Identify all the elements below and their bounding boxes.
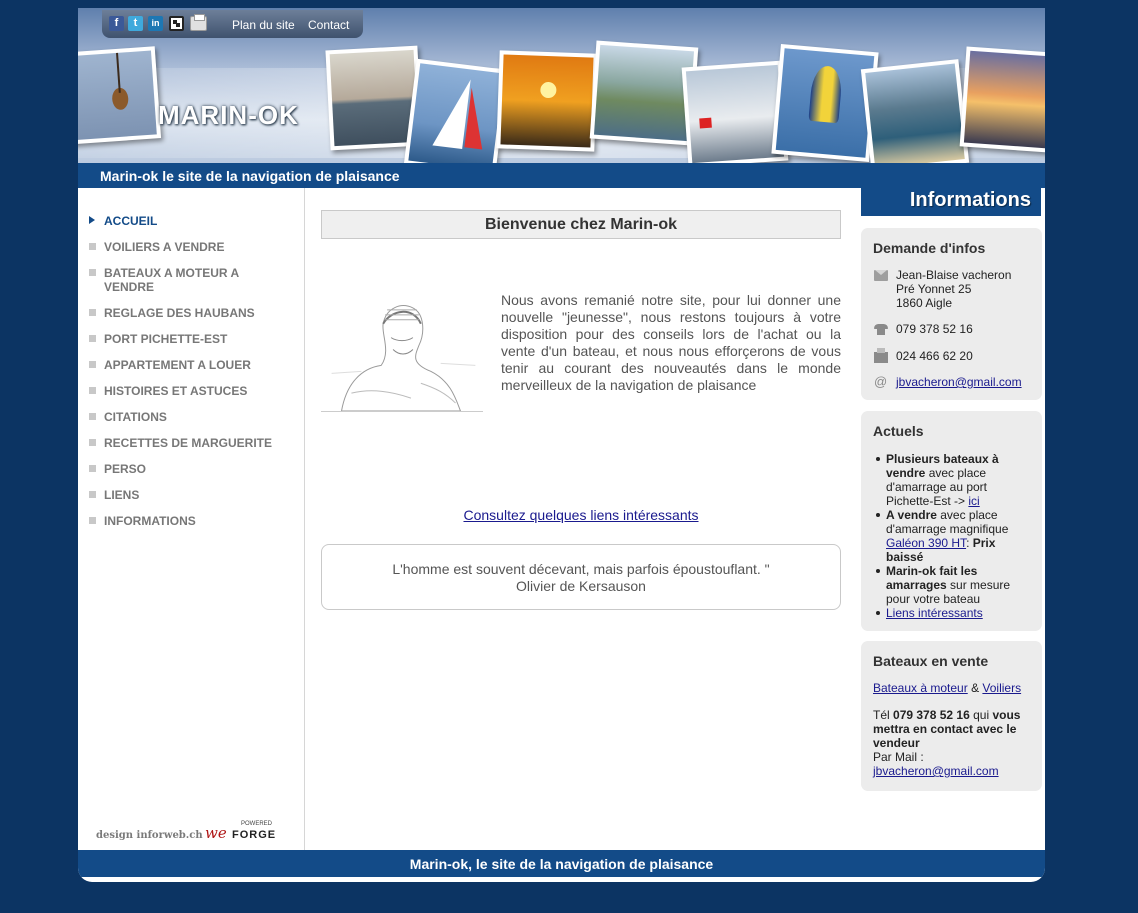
- print-icon[interactable]: [190, 14, 207, 31]
- nav-item-liens[interactable]: LIENS: [89, 488, 284, 502]
- list-item: Plusieurs bateaux à vendre avec place d'…: [873, 452, 1033, 508]
- banner-photo-spinnaker: [771, 43, 879, 163]
- nav-item-haubans[interactable]: REGLAGE DES HAUBANS: [89, 306, 284, 320]
- nav-item-histoires[interactable]: HISTOIRES ET ASTUCES: [89, 384, 284, 398]
- facebook-icon[interactable]: f: [109, 16, 124, 31]
- panel-bateaux-vente: Bateaux en vente Bateaux à moteur & Voil…: [861, 641, 1042, 791]
- panel-bateaux-title: Bateaux en vente: [873, 653, 989, 669]
- main-content: Bienvenue chez Marin-ok Nous avons reman…: [305, 188, 861, 852]
- interesting-links-link[interactable]: Consultez quelques liens intéressants: [321, 507, 841, 523]
- bateaux-tel-middle: qui: [969, 708, 993, 722]
- webforge-logo-powered: POWERED: [241, 821, 273, 827]
- contact-street: Pré Yonnet 25: [896, 282, 972, 296]
- contact-email-link[interactable]: jbvacheron@gmail.com: [896, 375, 1022, 389]
- banner-photo-vineyard: [589, 40, 699, 146]
- site-logo[interactable]: MARIN-OK: [158, 100, 299, 131]
- page: f t in Plan du site Contact MARIN-OK Mar…: [78, 8, 1045, 882]
- at-icon: @: [874, 374, 888, 389]
- webforge-logo-forge: FORGE: [232, 829, 277, 841]
- panel-demande-infos: Demande d'infos Jean-Blaise vacheron Pré…: [861, 228, 1042, 400]
- bateaux-moteur-link[interactable]: Bateaux à moteur: [873, 681, 968, 695]
- bateaux-email-link[interactable]: jbvacheron@gmail.com: [873, 764, 999, 778]
- contact-name: Jean-Blaise vacheron: [896, 268, 1012, 282]
- intro-paragraph: Nous avons remanié notre site, pour lui …: [501, 292, 841, 393]
- main-navigation: ACCUEIL VOILIERS A VENDRE BATEAUX A MOTE…: [78, 188, 305, 852]
- nav-item-citations[interactable]: CITATIONS: [89, 410, 284, 424]
- top-toolbar: f t in Plan du site Contact: [102, 10, 363, 38]
- qr-code-icon[interactable]: [169, 16, 184, 31]
- sitemap-link[interactable]: Plan du site: [232, 18, 295, 32]
- webforge-logo[interactable]: we FORGE POWERED: [205, 821, 277, 843]
- sailor-sketch-image: [321, 294, 483, 412]
- contact-phone: 079 378 52 16: [896, 322, 973, 336]
- nav-item-perso[interactable]: PERSO: [89, 462, 284, 476]
- list-item: Liens intéressants: [873, 606, 1033, 620]
- footer: Marin-ok, le site de la navigation de pl…: [78, 850, 1045, 877]
- contact-city: 1860 Aigle: [896, 296, 953, 310]
- panel-actuels-title: Actuels: [873, 423, 924, 439]
- design-credit[interactable]: design inforweb.ch: [96, 830, 203, 841]
- footer-text: Marin-ok, le site de la navigation de pl…: [409, 856, 714, 872]
- panel-demande-title: Demande d'infos: [873, 240, 986, 256]
- voiliers-link[interactable]: Voiliers: [982, 681, 1021, 695]
- banner-photo-pulley: [78, 46, 162, 146]
- nav-item-voiliers[interactable]: VOILIERS A VENDRE: [89, 240, 284, 254]
- page-title: Bienvenue chez Marin-ok: [321, 210, 841, 239]
- quote-text: L'homme est souvent décevant, mais parfo…: [392, 561, 770, 577]
- bateaux-links-line: Bateaux à moteur & Voiliers: [873, 681, 1035, 695]
- actuels-item2-bold: A vendre: [886, 508, 937, 522]
- actuels-list: Plusieurs bateaux à vendre avec place d'…: [873, 452, 1033, 620]
- galeon-link[interactable]: Galéon 390 HT: [886, 536, 966, 550]
- bateaux-tel-number: 079 378 52 16: [893, 708, 970, 722]
- nav-item-appartement[interactable]: APPARTEMENT A LOUER: [89, 358, 284, 372]
- linkedin-icon[interactable]: in: [148, 16, 163, 31]
- slogan-bar: Marin-ok le site de la navigation de pla…: [78, 163, 1045, 188]
- twitter-icon[interactable]: t: [128, 16, 143, 31]
- header-banner: f t in Plan du site Contact MARIN-OK Mar…: [78, 8, 1045, 188]
- phone-icon: [874, 324, 888, 335]
- webforge-logo-we: we: [205, 824, 227, 842]
- envelope-icon: [874, 270, 888, 281]
- site-slogan: Marin-ok le site de la navigation de pla…: [100, 168, 400, 184]
- panel-actuels: Actuels Plusieurs bateaux à vendre avec …: [861, 411, 1042, 631]
- list-item: Marin-ok fait les amarrages sur mesure p…: [873, 564, 1033, 606]
- nav-item-informations[interactable]: INFORMATIONS: [89, 514, 284, 528]
- banner-photo-sailboat: [403, 58, 509, 176]
- list-item: A vendre avec place d'amarrage magnifiqu…: [873, 508, 1033, 564]
- liens-interessants-link[interactable]: Liens intéressants: [886, 606, 983, 620]
- nav-item-port-pichette[interactable]: PORT PICHETTE-EST: [89, 332, 284, 346]
- banner-photo-sunset: [496, 50, 598, 152]
- informations-tab: Informations: [861, 188, 1041, 216]
- actuels-item2-sep: :: [966, 536, 973, 550]
- informations-tab-label: Informations: [909, 189, 1031, 211]
- banner-photo-shore: [860, 59, 970, 173]
- nav-item-accueil[interactable]: ACCUEIL: [89, 214, 284, 228]
- bateaux-mail-label: Par Mail :: [873, 750, 924, 764]
- nav-item-bateaux-moteur[interactable]: BATEAUX A MOTEUR A VENDRE: [89, 266, 254, 294]
- bateaux-amp: &: [967, 681, 983, 695]
- nav-item-recettes[interactable]: RECETTES DE MARGUERITE: [89, 436, 284, 450]
- contact-fax: 024 466 62 20: [896, 349, 973, 363]
- ici-link[interactable]: ici: [968, 494, 979, 508]
- contact-link[interactable]: Contact: [308, 18, 349, 32]
- quote-author: Olivier de Kersauson: [516, 578, 646, 594]
- banner-photo-dusk: [959, 46, 1045, 154]
- fax-icon: [874, 348, 888, 363]
- quote-box: L'homme est souvent décevant, mais parfo…: [321, 544, 841, 610]
- bateaux-tel-prefix: Tél: [873, 708, 894, 722]
- bateaux-tel-text: Tél 079 378 52 16 qui vous mettra en con…: [873, 708, 1035, 750]
